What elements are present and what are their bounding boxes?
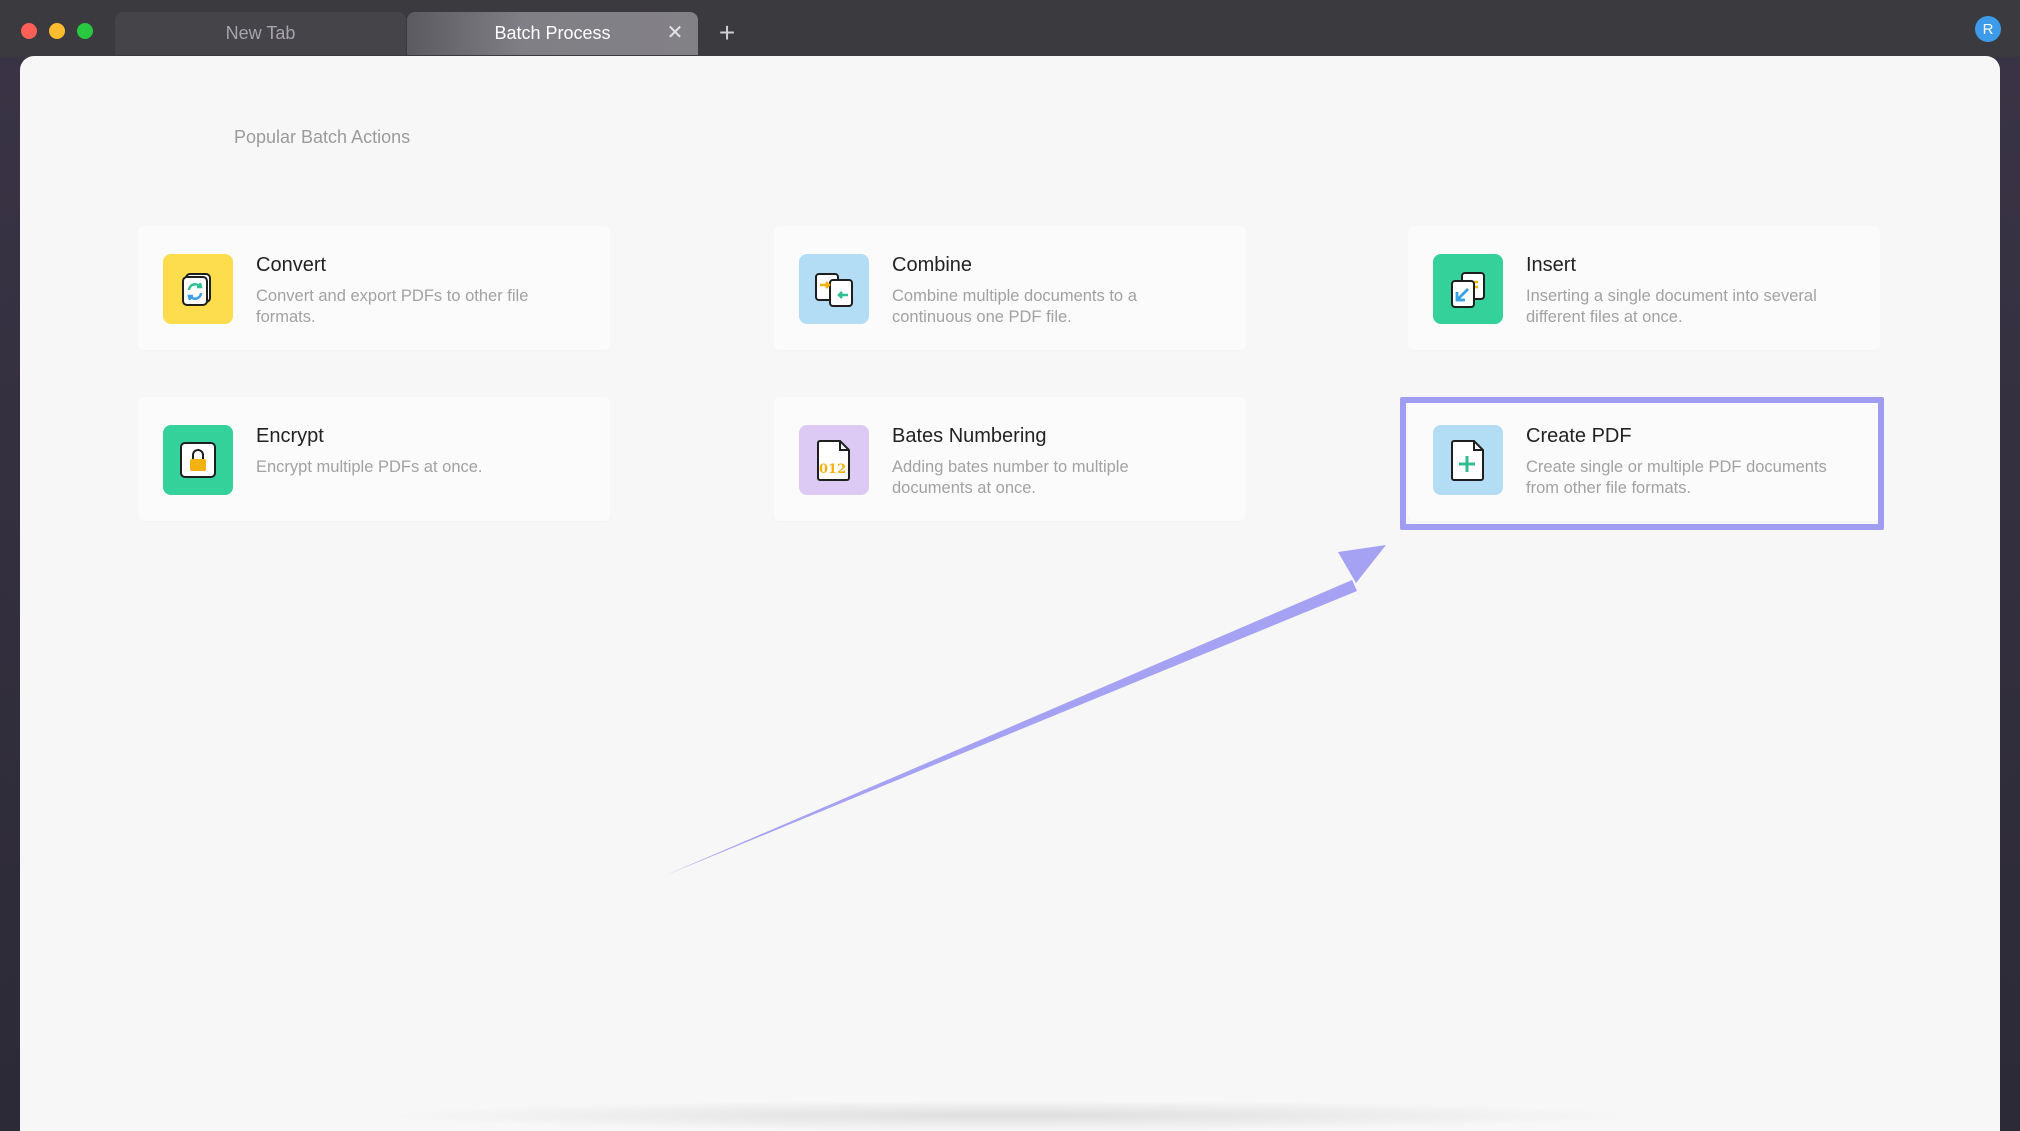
- close-tab-icon[interactable]: ✕: [666, 23, 684, 43]
- card-desc: Convert and export PDFs to other file fo…: [256, 287, 529, 326]
- avatar[interactable]: R: [1975, 16, 2001, 42]
- card-title: Combine: [892, 254, 973, 276]
- action-card-combine[interactable]: Combine Combine multiple documents to a …: [774, 226, 1246, 350]
- tab-new-tab[interactable]: New Tab: [115, 12, 406, 55]
- action-card-encrypt[interactable]: Encrypt Encrypt multiple PDFs at once.: [138, 397, 610, 521]
- bates-number-text: 012: [819, 462, 846, 477]
- main-window: [20, 56, 2000, 1131]
- tab-label: Batch Process: [494, 23, 611, 43]
- new-tab-button[interactable]: +: [714, 18, 740, 48]
- card-title: Insert: [1526, 254, 1577, 276]
- convert-icon: [163, 254, 233, 324]
- tab-label: New Tab: [225, 23, 296, 43]
- bates-numbering-icon: 012: [799, 425, 869, 495]
- card-desc: Adding bates number to multiple document…: [892, 458, 1129, 497]
- dock-shadow: [380, 1100, 1640, 1131]
- action-card-insert[interactable]: Insert Inserting a single document into …: [1408, 226, 1880, 350]
- close-window-button[interactable]: [21, 23, 37, 39]
- title-bar: New Tab Batch Process ✕ + R: [0, 0, 2020, 57]
- card-desc: Combine multiple documents to a continuo…: [892, 287, 1137, 326]
- avatar-initial: R: [1982, 20, 1994, 38]
- card-desc: Inserting a single document into several…: [1526, 287, 1817, 326]
- card-desc: Encrypt multiple PDFs at once.: [256, 458, 483, 476]
- action-card-bates-numbering[interactable]: 012 Bates Numbering Adding bates number …: [774, 397, 1246, 521]
- insert-icon: [1433, 254, 1503, 324]
- lock-icon: [163, 425, 233, 495]
- minimize-window-button[interactable]: [49, 23, 65, 39]
- section-title: Popular Batch Actions: [234, 127, 411, 147]
- card-title: Encrypt: [256, 425, 324, 447]
- action-card-convert[interactable]: Convert Convert and export PDFs to other…: [138, 226, 610, 350]
- combine-icon: [799, 254, 869, 324]
- card-title: Convert: [256, 254, 327, 276]
- maximize-window-button[interactable]: [77, 23, 93, 39]
- create-pdf-highlight-box: [1400, 397, 1884, 530]
- tab-batch-process[interactable]: Batch Process ✕: [407, 12, 698, 55]
- card-title: Bates Numbering: [892, 425, 1047, 447]
